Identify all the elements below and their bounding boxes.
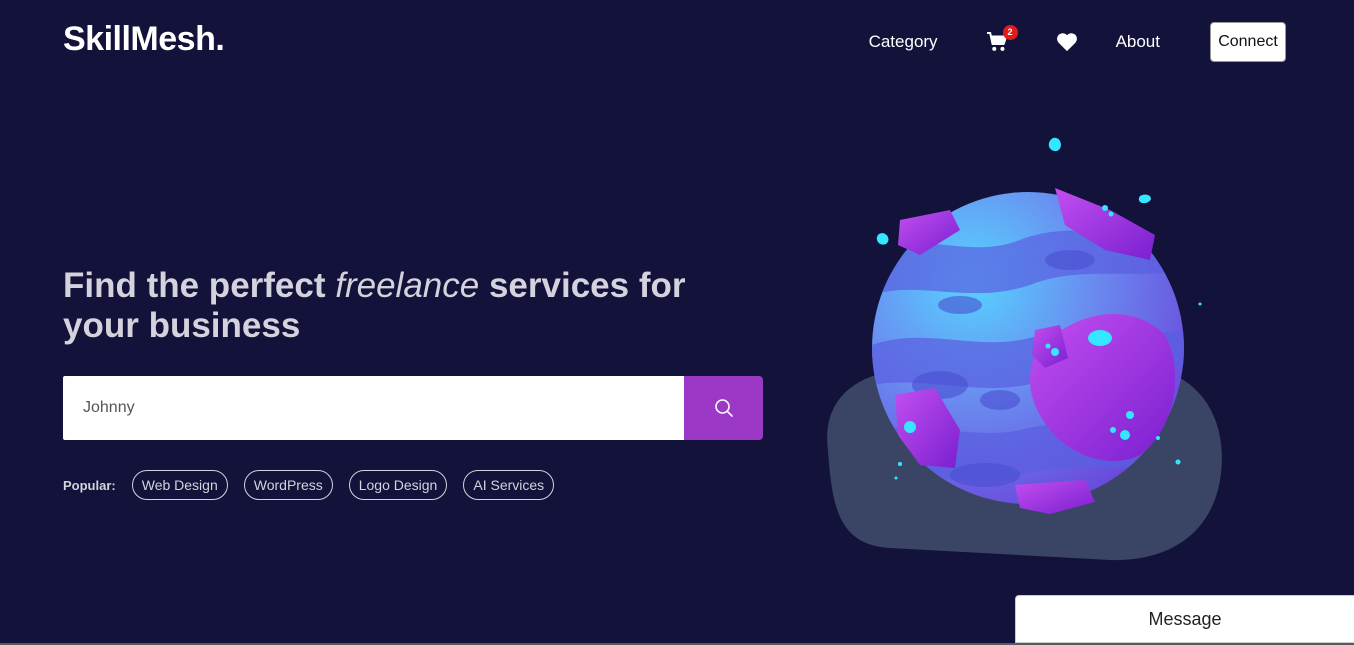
connect-button[interactable]: Connect [1210, 22, 1286, 62]
main-nav: Category 2 About Connect [869, 22, 1286, 62]
logo[interactable]: SkillMesh. [63, 20, 225, 59]
heart-icon[interactable] [1056, 32, 1078, 52]
tag-web-design[interactable]: Web Design [131, 470, 228, 500]
hero-title: Find the perfect freelance services for … [63, 266, 753, 346]
planet-illustration [827, 137, 1222, 561]
search-icon [714, 399, 733, 417]
tag-ai-services[interactable]: AI Services [463, 470, 555, 500]
popular-tags: Popular: Web Design WordPress Logo Desig… [63, 470, 570, 500]
search-bar [63, 376, 763, 440]
hero-title-italic: freelance [335, 266, 480, 305]
popular-label: Popular: [63, 477, 116, 493]
page: SkillMesh. Category 2 About Connect Find… [0, 0, 1354, 645]
message-button[interactable]: Message [1015, 595, 1354, 643]
tag-logo-design[interactable]: Logo Design [348, 470, 448, 500]
hero-title-part1: Find the perfect [63, 266, 336, 305]
nav-category-link[interactable]: Category [869, 32, 938, 52]
nav-about-link[interactable]: About [1116, 32, 1160, 52]
search-button[interactable] [684, 376, 763, 440]
search-input[interactable] [63, 376, 684, 440]
tag-wordpress[interactable]: WordPress [243, 470, 333, 500]
cart-button[interactable]: 2 [986, 25, 1018, 52]
cart-count-badge: 2 [1002, 25, 1018, 40]
